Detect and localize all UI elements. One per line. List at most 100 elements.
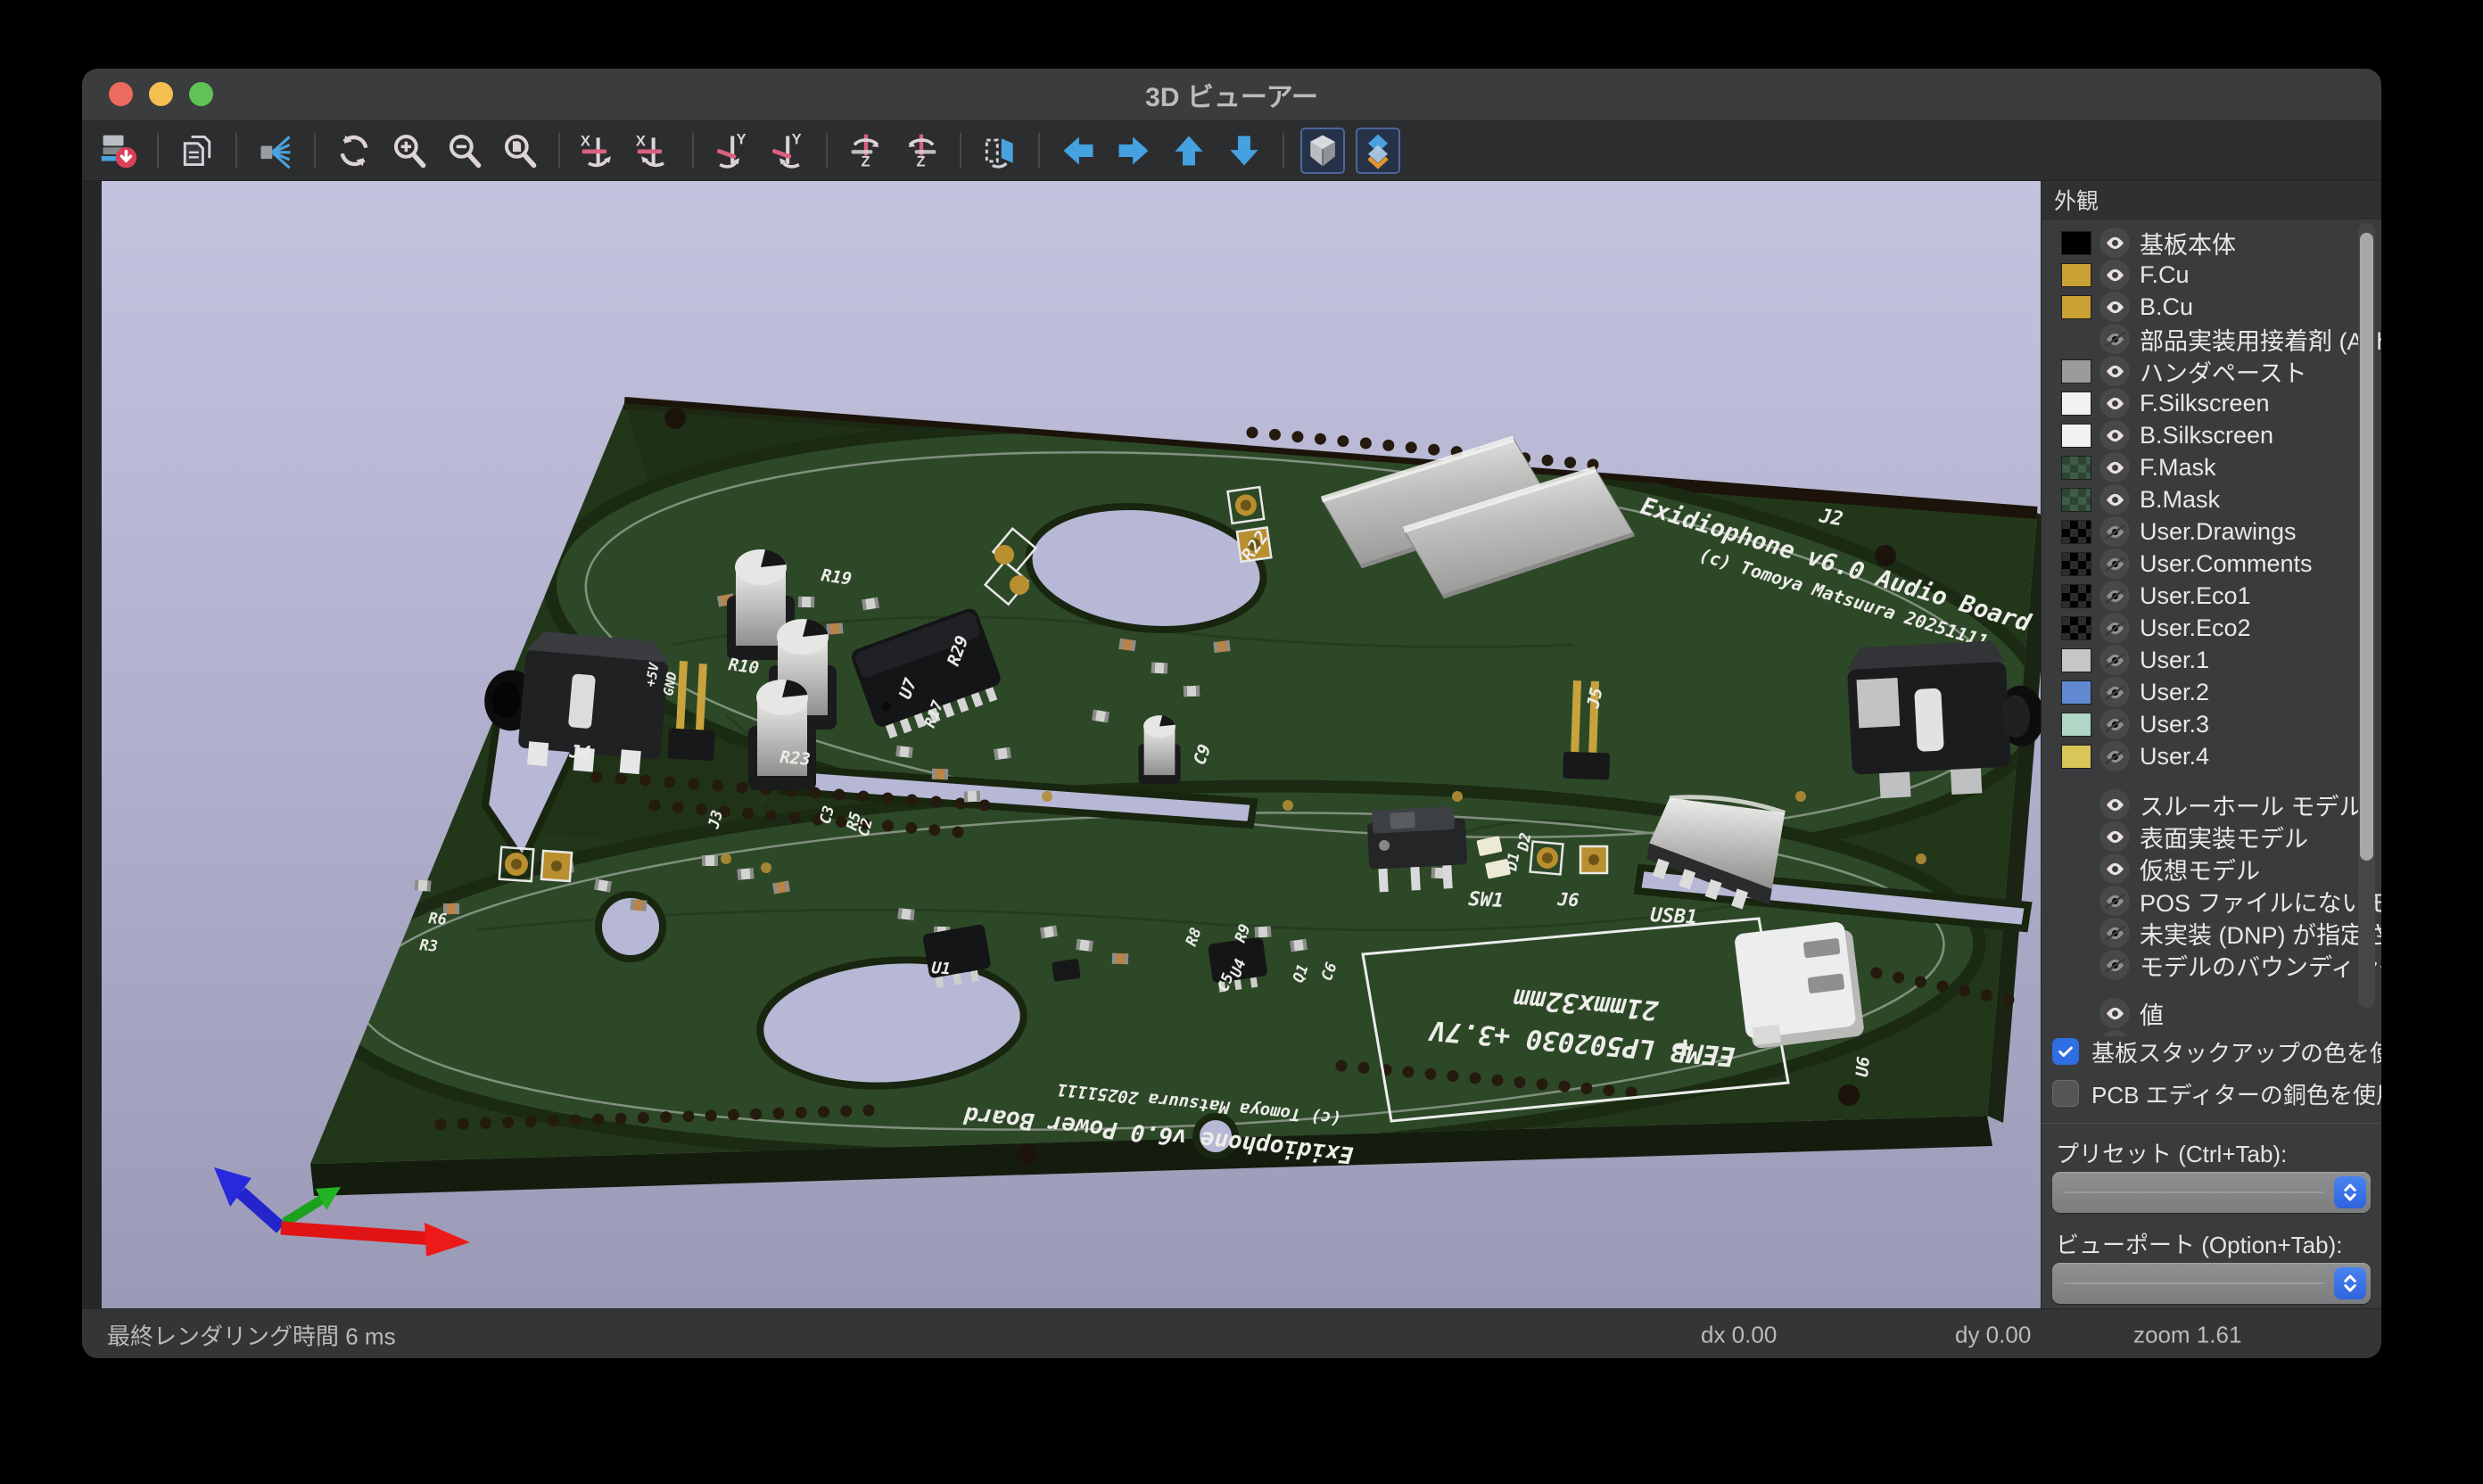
layer-color-swatch[interactable] xyxy=(2061,680,2091,705)
layer-color-swatch[interactable] xyxy=(2061,392,2091,416)
visibility-toggle[interactable] xyxy=(2099,741,2130,771)
visibility-toggle[interactable] xyxy=(2099,886,2130,916)
select-stepper-icon[interactable] xyxy=(2334,1267,2366,1299)
layer-color-swatch[interactable] xyxy=(2061,424,2091,448)
visibility-toggle[interactable] xyxy=(2099,484,2130,515)
layer-row[interactable] xyxy=(2042,1029,2381,1036)
appearance-layers-toggle[interactable] xyxy=(1356,128,1400,174)
layer-row[interactable]: F.Mask xyxy=(2042,451,2381,483)
option-row[interactable]: PCB エディターの銅色を使用 xyxy=(2042,1078,2381,1109)
rotate-z-cw-button[interactable]: Z xyxy=(844,128,888,174)
layer-row[interactable]: B.Mask xyxy=(2042,483,2381,515)
visibility-toggle[interactable] xyxy=(2099,388,2130,418)
visibility-toggle[interactable] xyxy=(2099,1030,2130,1036)
visibility-toggle[interactable] xyxy=(2099,356,2130,386)
3d-viewport[interactable]: Exidiophone v6.0 Audio Board (c) Tomoya … xyxy=(102,181,2041,1308)
layer-row[interactable]: 仮想モデル xyxy=(2042,853,2381,885)
visibility-toggle[interactable] xyxy=(2099,420,2130,450)
layer-color-swatch[interactable] xyxy=(2061,488,2091,512)
visibility-toggle[interactable] xyxy=(2099,998,2130,1028)
viewport-select[interactable] xyxy=(2052,1263,2371,1304)
layer-row[interactable]: User.3 xyxy=(2042,708,2381,740)
scrollbar-thumb[interactable] xyxy=(2360,233,2373,861)
visibility-toggle[interactable] xyxy=(2099,292,2130,322)
rotate-y-ccw-button[interactable]: Y xyxy=(765,128,810,174)
layer-row[interactable]: モデルのバウンディング xyxy=(2042,949,2381,981)
zoom-out-button[interactable] xyxy=(442,128,487,174)
layer-row[interactable]: ハンダペースト xyxy=(2042,355,2381,387)
visibility-toggle[interactable] xyxy=(2099,227,2130,258)
visibility-toggle[interactable] xyxy=(2099,452,2130,482)
svg-text:Z: Z xyxy=(917,153,926,169)
refresh-view-button[interactable] xyxy=(332,128,376,174)
layer-row[interactable]: User.Drawings xyxy=(2042,515,2381,548)
svg-text:D1: D1 xyxy=(1503,851,1523,873)
zoom-fit-button[interactable] xyxy=(498,128,542,174)
layer-label: User.Comments xyxy=(2140,550,2313,578)
layer-color-swatch[interactable] xyxy=(2061,295,2091,319)
visibility-toggle[interactable] xyxy=(2099,950,2130,980)
move-left-button[interactable] xyxy=(1056,128,1101,174)
option-row[interactable]: 基板スタックアップの色を使用 xyxy=(2042,1036,2381,1067)
visibility-toggle[interactable] xyxy=(2099,548,2130,579)
layer-color-swatch[interactable] xyxy=(2061,713,2091,737)
layer-row[interactable]: User.Comments xyxy=(2042,548,2381,580)
flip-board-button[interactable] xyxy=(978,128,1022,174)
layer-row[interactable]: User.2 xyxy=(2042,676,2381,708)
move-right-button[interactable] xyxy=(1111,128,1156,174)
visibility-toggle[interactable] xyxy=(2099,645,2130,675)
visibility-toggle[interactable] xyxy=(2099,324,2130,354)
visibility-toggle[interactable] xyxy=(2099,613,2130,643)
visibility-toggle[interactable] xyxy=(2099,516,2130,547)
layer-row[interactable]: 値 xyxy=(2042,997,2381,1029)
layer-color-swatch[interactable] xyxy=(2061,359,2091,383)
visibility-toggle[interactable] xyxy=(2099,918,2130,948)
copy-image-button[interactable] xyxy=(175,128,219,174)
layer-row[interactable]: B.Silkscreen xyxy=(2042,419,2381,451)
layer-color-swatch[interactable] xyxy=(2061,456,2091,480)
layer-color-swatch[interactable] xyxy=(2061,263,2091,287)
layer-row[interactable]: 部品実装用接着剤 (Adh xyxy=(2042,323,2381,355)
layer-color-swatch[interactable] xyxy=(2061,584,2091,608)
rotate-x-cw-button[interactable]: X xyxy=(576,128,621,174)
layer-color-swatch[interactable] xyxy=(2061,231,2091,255)
visibility-toggle[interactable] xyxy=(2099,853,2130,884)
export-board-button[interactable] xyxy=(96,128,141,174)
preset-select[interactable] xyxy=(2052,1172,2371,1213)
visibility-toggle[interactable] xyxy=(2099,677,2130,707)
visibility-toggle[interactable] xyxy=(2099,821,2130,852)
rotate-y-cw-button[interactable]: Y xyxy=(710,128,755,174)
visibility-toggle[interactable] xyxy=(2099,789,2130,820)
eye-off-icon xyxy=(2105,329,2125,350)
visibility-toggle[interactable] xyxy=(2099,260,2130,290)
layer-color-swatch[interactable] xyxy=(2061,745,2091,769)
checkbox[interactable] xyxy=(2052,1038,2079,1065)
layer-color-swatch[interactable] xyxy=(2061,616,2091,640)
layer-row[interactable]: B.Cu xyxy=(2042,291,2381,323)
layer-color-swatch[interactable] xyxy=(2061,520,2091,544)
layer-color-swatch[interactable] xyxy=(2061,648,2091,672)
layer-row[interactable]: User.Eco1 xyxy=(2042,580,2381,612)
layer-row[interactable]: 表面実装モデル xyxy=(2042,820,2381,853)
zoom-in-button[interactable] xyxy=(387,128,432,174)
layer-row[interactable]: F.Silkscreen xyxy=(2042,387,2381,419)
layer-row[interactable]: 基板本体 xyxy=(2042,227,2381,259)
visibility-toggle[interactable] xyxy=(2099,581,2130,611)
layer-row[interactable]: User.Eco2 xyxy=(2042,612,2381,644)
move-up-button[interactable] xyxy=(1167,128,1211,174)
layer-row[interactable]: スルーホール モデル xyxy=(2042,788,2381,820)
layer-row[interactable]: F.Cu xyxy=(2042,259,2381,291)
rotate-z-ccw-button[interactable]: Z xyxy=(899,128,944,174)
rotate-x-ccw-button[interactable]: X xyxy=(631,128,676,174)
layer-row[interactable]: POS ファイルにないモデ xyxy=(2042,885,2381,917)
layer-row[interactable]: User.4 xyxy=(2042,740,2381,772)
render-options-button[interactable] xyxy=(253,128,298,174)
orthographic-projection-toggle[interactable] xyxy=(1300,128,1345,174)
layer-color-swatch[interactable] xyxy=(2061,552,2091,576)
checkbox[interactable] xyxy=(2052,1080,2079,1107)
visibility-toggle[interactable] xyxy=(2099,709,2130,739)
move-down-button[interactable] xyxy=(1222,128,1266,174)
layer-row[interactable]: User.1 xyxy=(2042,644,2381,676)
select-stepper-icon[interactable] xyxy=(2334,1176,2366,1208)
layer-row[interactable]: 未実装 (DNP) が指定され xyxy=(2042,917,2381,949)
